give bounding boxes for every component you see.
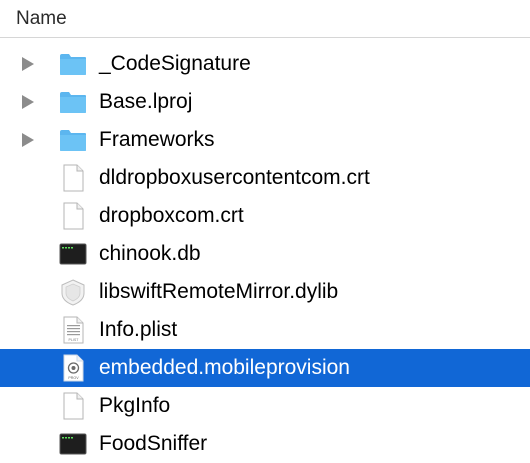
list-item-label: FoodSniffer — [99, 432, 208, 455]
prov-icon-text: PROV — [68, 376, 79, 380]
mobileprovision-icon: PROV — [63, 354, 84, 382]
list-item-dropboxcom-crt[interactable]: dropboxcom.crt — [0, 197, 530, 235]
column-header: Name — [0, 0, 530, 38]
list-item-label: Base.lproj — [99, 90, 193, 113]
list-item-info-plist[interactable]: PLIST Info.plist — [0, 311, 530, 349]
folder-icon — [60, 130, 86, 151]
plist-document-icon: PLIST — [63, 316, 84, 344]
list-item-label: PkgInfo — [99, 394, 171, 417]
name-column-header[interactable]: Name — [16, 8, 67, 30]
list-item-libswiftremotemirror-dylib[interactable]: libswiftRemoteMirror.dylib — [0, 273, 530, 311]
executable-icon — [59, 433, 87, 455]
list-item-label: Frameworks — [99, 128, 215, 151]
plist-icon-text: PLIST — [69, 338, 80, 342]
list-item-chinook-db[interactable]: chinook.db — [0, 235, 530, 273]
disclosure-triangle-icon[interactable] — [22, 95, 34, 109]
folder-icon — [60, 54, 86, 75]
list-item-codesignature[interactable]: _CodeSignature — [0, 45, 530, 83]
list-item-foodsniffer[interactable]: FoodSniffer — [0, 425, 530, 463]
list-item-pkginfo[interactable]: PkgInfo — [0, 387, 530, 425]
executable-icon — [59, 243, 87, 265]
blank-document-icon — [63, 392, 84, 420]
list-item-label: Info.plist — [99, 318, 178, 341]
blank-document-icon — [63, 202, 84, 230]
list-item-label: libswiftRemoteMirror.dylib — [99, 280, 339, 303]
list-item-label: _CodeSignature — [99, 52, 251, 75]
disclosure-triangle-icon[interactable] — [22, 57, 34, 71]
folder-icon — [60, 92, 86, 113]
list-item-label: chinook.db — [99, 242, 201, 265]
list-item-dldropboxusercontentcom-crt[interactable]: dldropboxusercontentcom.crt — [0, 159, 530, 197]
list-item-embedded-mobileprovision[interactable]: PROV embedded.mobileprovision — [0, 349, 530, 387]
list-item-label: dldropboxusercontentcom.crt — [99, 166, 370, 189]
disclosure-triangle-icon[interactable] — [22, 133, 34, 147]
dylib-shield-icon — [61, 279, 85, 306]
list-item-frameworks[interactable]: Frameworks — [0, 121, 530, 159]
blank-document-icon — [63, 164, 84, 192]
list-item-label: dropboxcom.crt — [99, 204, 244, 227]
file-list: _CodeSignature Base.lproj Frameworks dld… — [0, 45, 530, 463]
list-item-label: embedded.mobileprovision — [99, 356, 350, 379]
list-item-base-lproj[interactable]: Base.lproj — [0, 83, 530, 121]
